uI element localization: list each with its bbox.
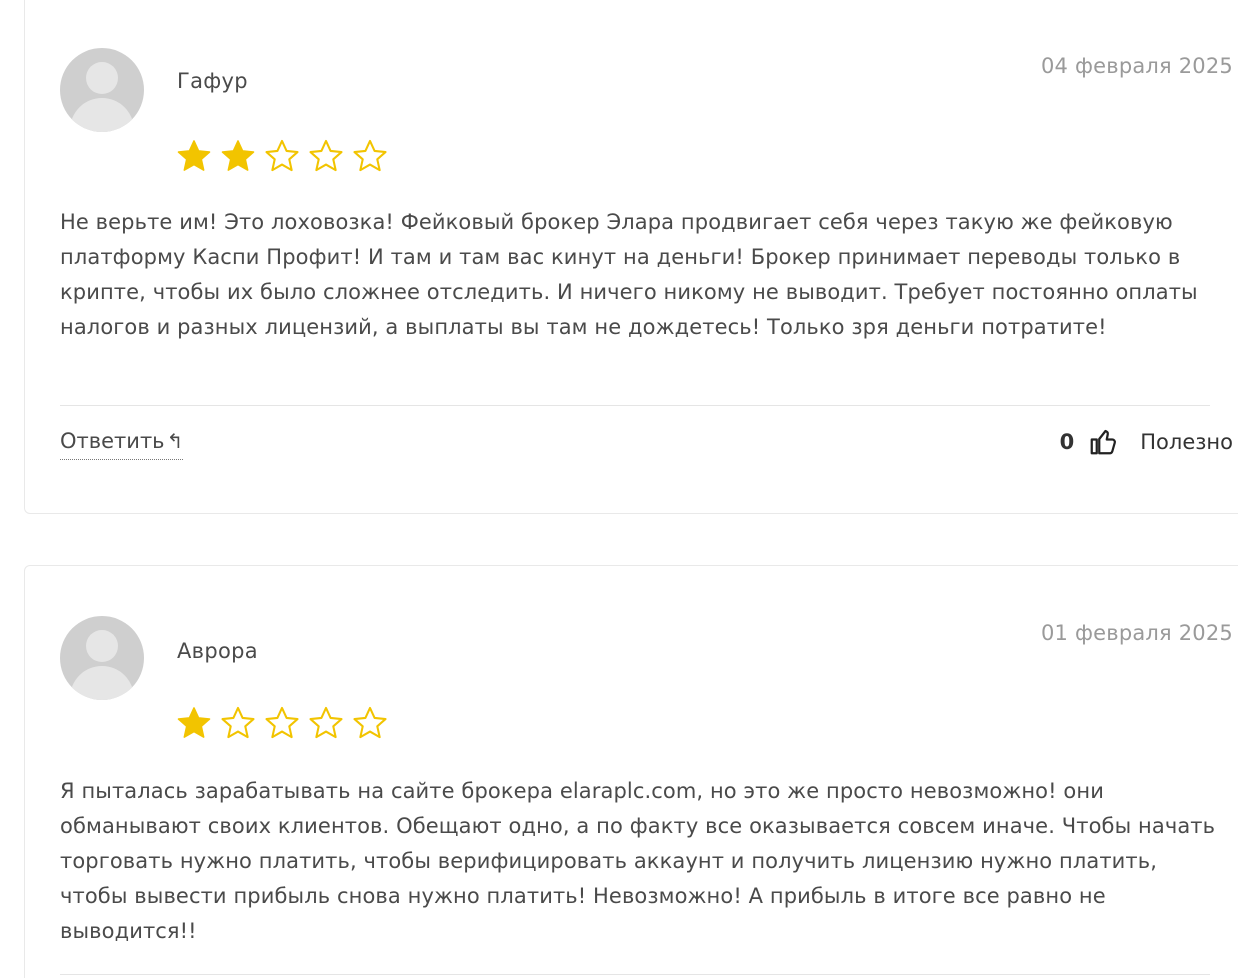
reply-arrow-icon: ↰ (166, 429, 184, 453)
avatar-head-shape (86, 62, 118, 94)
star-empty-icon (353, 139, 387, 172)
reply-label: Ответить (60, 429, 165, 453)
review-text: Я пыталась зарабатывать на сайте брокера… (60, 779, 1216, 943)
star-empty-icon (353, 706, 387, 739)
helpful-count: 0 (1059, 430, 1075, 454)
review-date: 01 февраля 2025 (1040, 621, 1233, 645)
thumbs-up-icon[interactable] (1088, 427, 1118, 457)
reply-button[interactable]: Ответить ↰ (60, 429, 184, 460)
helpful-button[interactable]: Полезно (1140, 430, 1233, 454)
reviews-page: Гафур 04 февраля 2025 Не верьте им! Это … (0, 0, 1238, 978)
helpful-widget: 0 Полезно (1060, 427, 1233, 457)
star-filled-icon (177, 707, 211, 738)
star-empty-icon (309, 139, 343, 172)
divider (60, 405, 1210, 406)
star-filled-icon (221, 140, 255, 171)
review-text: Не верьте им! Это лоховозка! Фейковый бр… (60, 210, 1198, 339)
divider (60, 974, 1210, 975)
star-empty-icon (309, 706, 343, 739)
avatar-head-shape (86, 630, 118, 662)
avatar-body-shape (70, 98, 134, 132)
review-card: Аврора 01 февраля 2025 Я пыталась зараба… (24, 565, 1238, 978)
star-rating (175, 137, 389, 175)
avatar (60, 616, 144, 700)
review-date: 04 февраля 2025 (1040, 54, 1233, 78)
star-rating (175, 704, 389, 742)
review-author: Аврора (177, 639, 258, 663)
avatar (60, 48, 144, 132)
star-empty-icon (265, 139, 299, 172)
star-empty-icon (221, 706, 255, 739)
star-empty-icon (265, 706, 299, 739)
avatar-body-shape (70, 666, 134, 700)
star-filled-icon (177, 140, 211, 171)
review-author: Гафур (177, 69, 248, 93)
review-card: Гафур 04 февраля 2025 Не верьте им! Это … (24, 0, 1238, 514)
